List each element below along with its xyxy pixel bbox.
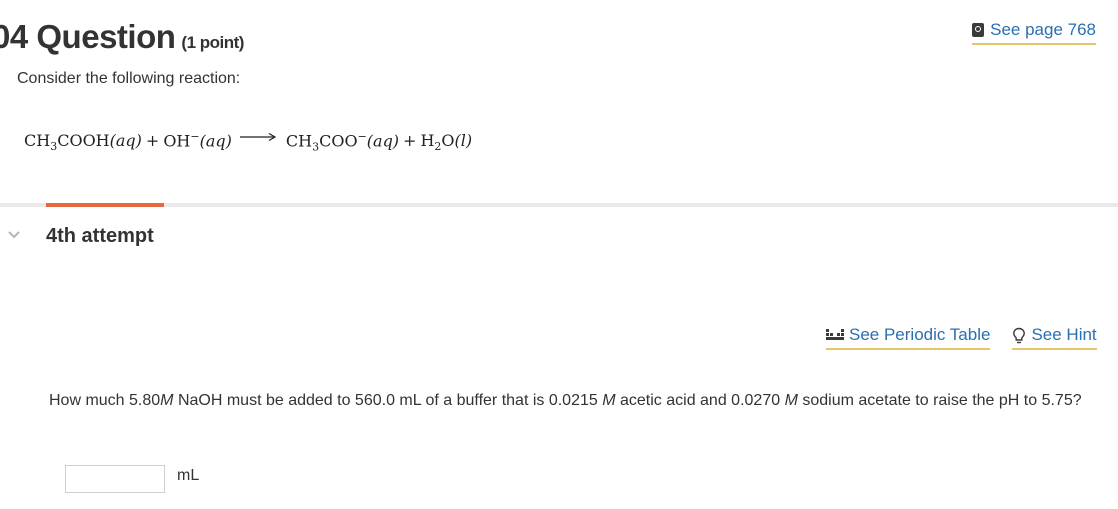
see-page-link[interactable]: See page 768 <box>972 20 1096 45</box>
eq-product-2: H2O(l) <box>420 131 473 154</box>
attempt-tab-indicator <box>46 203 164 207</box>
reaction-arrow-icon <box>239 133 277 142</box>
attempt-label: 4th attempt <box>46 225 154 247</box>
eq-reactant-2: OH−(aq) <box>163 130 232 151</box>
question-title: 04 Question (1 point) <box>0 18 244 56</box>
question-label: Question <box>36 18 176 55</box>
see-periodic-table-link[interactable]: See Periodic Table <box>826 325 991 350</box>
eq-product-1: CH3COO−(aq) <box>285 130 400 154</box>
eq-plus: + <box>145 131 160 151</box>
question-text: How much 5.80M NaOH must be added to 560… <box>49 392 1082 409</box>
chevron-down-icon[interactable] <box>7 230 21 240</box>
chemical-equation: CH3COOH(aq) + OH−(aq) CH3COO−(aq) + H2O(… <box>24 130 472 154</box>
attempt-divider <box>0 203 1118 207</box>
lightbulb-icon <box>1013 327 1026 343</box>
eq-plus: + <box>403 131 417 151</box>
ebook-icon <box>972 23 985 37</box>
see-hint-link[interactable]: See Hint <box>1012 325 1097 350</box>
periodic-table-label: See Periodic Table <box>849 325 991 344</box>
answer-unit: mL <box>177 467 200 484</box>
question-tools: See Periodic Table See Hint <box>826 325 1097 350</box>
eq-reactant-1: CH3COOH(aq) <box>24 131 142 154</box>
hint-label: See Hint <box>1031 325 1097 344</box>
periodic-table-icon <box>826 329 844 340</box>
question-number: 04 <box>0 18 28 55</box>
question-intro: Consider the following reaction: <box>17 70 241 87</box>
answer-input[interactable] <box>65 465 165 493</box>
see-page-label: See page 768 <box>990 20 1096 39</box>
question-points: (1 point) <box>181 33 244 52</box>
